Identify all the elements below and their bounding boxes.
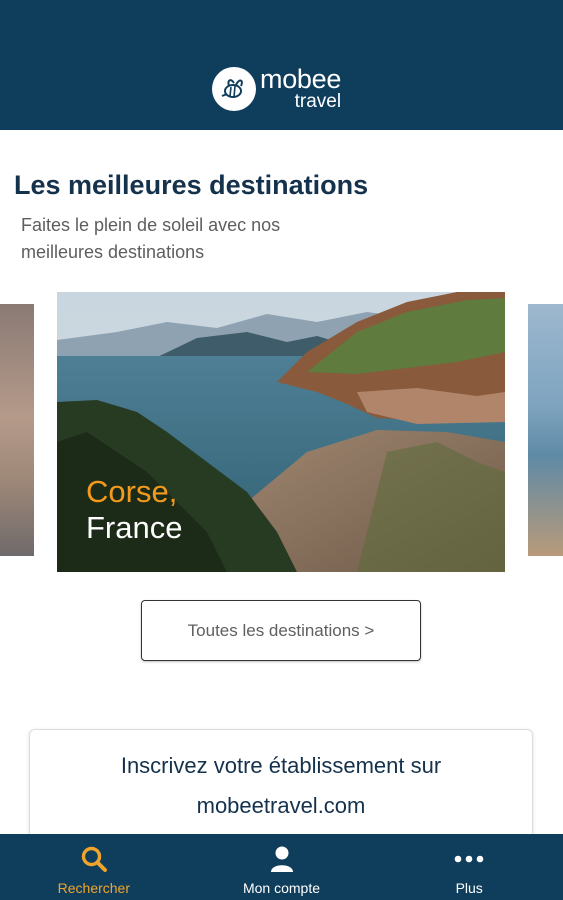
next-destination-card[interactable] — [528, 304, 563, 556]
nav-item-more[interactable]: Plus — [375, 834, 563, 900]
nav-item-search[interactable]: Rechercher — [0, 834, 188, 900]
bee-logo-icon — [212, 66, 256, 111]
app-header: mobee travel — [0, 0, 563, 130]
more-dots-icon — [454, 844, 484, 874]
destination-card[interactable]: Corse, France — [57, 292, 505, 572]
destinations-carousel[interactable]: Corse, France — [0, 292, 563, 572]
signup-card[interactable]: Inscrivez votre établissement sur mobeet… — [29, 729, 533, 839]
brand-name: mobee — [260, 64, 342, 94]
brand-logo[interactable]: mobee travel — [212, 66, 341, 111]
destination-country: France — [86, 510, 183, 545]
all-destinations-button[interactable]: Toutes les destinations > — [141, 600, 421, 661]
destination-city: Corse, — [86, 474, 178, 509]
signup-website[interactable]: mobeetravel.com — [30, 786, 532, 826]
section-title: Les meilleures destinations — [14, 170, 369, 200]
bottom-navigation: Rechercher Mon compte Plus — [0, 834, 563, 900]
nav-item-account[interactable]: Mon compte — [188, 834, 376, 900]
nav-label-account: Mon compte — [242, 880, 321, 896]
user-icon — [270, 844, 294, 874]
nav-label-more: Plus — [455, 880, 483, 896]
signup-text: Inscrivez votre établissement sur — [120, 753, 442, 778]
previous-destination-card[interactable] — [0, 304, 34, 556]
destination-caption: Corse, France — [86, 474, 182, 546]
section-subtitle: Faites le plein de soleil avec nos meill… — [21, 215, 281, 262]
brand-tagline: travel — [294, 91, 342, 112]
search-icon — [80, 844, 108, 874]
nav-label-search: Rechercher — [57, 880, 131, 896]
